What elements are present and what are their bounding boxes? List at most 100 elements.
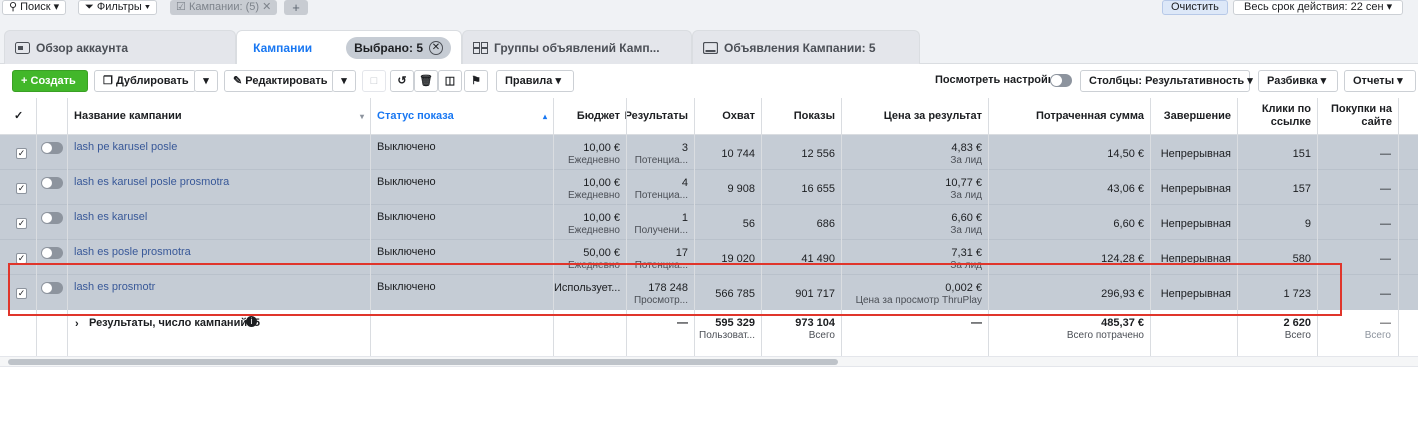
info-icon[interactable]: i	[246, 316, 257, 327]
flask-icon: □	[370, 75, 378, 87]
sort-icon: ▾	[359, 111, 364, 121]
totals-spent-sub: Всего потрачено	[1066, 330, 1144, 341]
breakdown-button[interactable]: Разбивка ▾	[1258, 70, 1338, 92]
header-results[interactable]: Результаты	[625, 98, 694, 134]
row-checkbox[interactable]: ✓	[16, 148, 27, 159]
tab-ad-sets[interactable]: Группы объявлений Камп...	[462, 30, 692, 64]
spent-cell: 14,50 €	[1107, 148, 1144, 160]
clear-selection-icon[interactable]: ✕	[429, 41, 443, 55]
purchases-cell: —	[1380, 148, 1391, 160]
cost-cell: 4,83 €	[951, 142, 982, 154]
table-row[interactable]: ✓ lash es karusel posle prosmotra Выключен…	[0, 170, 1418, 205]
plus-icon: +	[21, 75, 28, 87]
edit-button[interactable]: ✎ Редактировать	[224, 70, 334, 92]
campaign-name-link[interactable]: lash es posle prosmotra	[74, 246, 191, 258]
totals-reach-sub: Пользоват...	[699, 330, 755, 341]
undo-button[interactable]: ↺	[390, 70, 414, 92]
horizontal-scrollbar[interactable]	[8, 359, 838, 365]
duplicate-dropdown[interactable]: ▾	[194, 70, 218, 92]
campaign-name-link[interactable]: lash pe karusel posle	[74, 141, 177, 153]
caret-down-icon: ▾	[1320, 75, 1327, 87]
campaign-toggle[interactable]	[41, 212, 63, 224]
delete-button[interactable]: 🗑	[414, 70, 438, 92]
status-cell: Выключено	[377, 211, 436, 223]
budget-cell: 10,00 €	[583, 212, 620, 224]
campaign-name-link[interactable]: lash es karusel	[74, 211, 147, 223]
caret-down-icon: ▾	[203, 75, 209, 87]
header-end[interactable]: Завершение	[1151, 98, 1237, 134]
results-sub: Потенциа...	[634, 190, 688, 201]
results-sub: Получени...	[634, 225, 688, 236]
expand-icon[interactable]: ›	[75, 318, 79, 330]
clear-button[interactable]: Очистить	[1162, 0, 1228, 15]
header-cost[interactable]: Цена за результат	[842, 98, 988, 134]
filters-button[interactable]: ⏷ Фильтры ▾	[78, 0, 158, 15]
campaign-toggle[interactable]	[41, 247, 63, 259]
budget-sub: Ежедневно	[567, 155, 620, 166]
ab-test-button[interactable]: □	[362, 70, 386, 92]
budget-sub: Ежедневно	[567, 225, 620, 236]
column-divider	[1317, 98, 1318, 356]
campaign-toggle[interactable]	[41, 142, 63, 154]
status-cell: Выключено	[377, 246, 436, 258]
totals-reach: 595 329	[715, 317, 755, 329]
column-divider	[1398, 98, 1399, 356]
caret-down-icon: ▾	[1397, 75, 1403, 87]
cost-sub: За лид	[950, 155, 982, 166]
filter-chip-campaigns[interactable]: ☑ Кампании: (5) ✕	[170, 0, 278, 15]
select-all-cell[interactable]: ✓	[8, 98, 36, 134]
columns-button[interactable]: Столбцы: Результативность ▾	[1080, 70, 1253, 92]
duplicate-button[interactable]: ❐ Дублировать	[94, 70, 196, 92]
add-filter-button[interactable]: +	[284, 0, 308, 15]
impressions-cell: 686	[816, 218, 835, 230]
selected-pill[interactable]: Выбрано: 5 ✕	[346, 37, 451, 59]
tab-campaigns[interactable]: Кампании Выбрано: 5 ✕	[236, 30, 462, 65]
totals-label: Результаты, число кампаний: 5	[89, 317, 260, 329]
tag-icon: ⚑	[471, 75, 481, 87]
header-budget[interactable]: Бюджет	[554, 98, 626, 134]
caret-down-icon: ▾	[341, 75, 347, 87]
purchases-cell: —	[1380, 218, 1391, 230]
totals-purchases: —	[1380, 317, 1391, 329]
reports-button[interactable]: Отчеты ▾	[1344, 70, 1416, 92]
tab-account-overview[interactable]: Обзор аккаунта	[4, 30, 236, 64]
header-purchases[interactable]: Покупки на сайте	[1318, 98, 1398, 134]
cost-cell: 7,31 €	[951, 247, 982, 259]
toolbar: + Создать ❐ Дублировать ▾ ✎ Редактироват…	[0, 64, 1418, 98]
results-cell: 3	[681, 142, 688, 154]
create-button[interactable]: + Создать	[12, 70, 88, 92]
row-checkbox[interactable]: ✓	[16, 183, 27, 194]
cost-sub: За лид	[950, 190, 982, 201]
column-divider	[988, 98, 989, 356]
date-range-button[interactable]: Весь срок действия: 22 сен ▾	[1233, 0, 1404, 15]
campaign-name-link[interactable]: lash es karusel posle prosmotra	[74, 176, 229, 188]
rules-button[interactable]: Правила ▾	[496, 70, 574, 92]
close-icon[interactable]: ✕	[262, 1, 271, 13]
column-divider	[1150, 98, 1151, 356]
budget-cell: 50,00 €	[583, 247, 620, 259]
edit-dropdown[interactable]: ▾	[332, 70, 356, 92]
totals-results: —	[677, 317, 688, 329]
preview-button[interactable]: ◫	[438, 70, 462, 92]
header-spent[interactable]: Потраченная сумма	[989, 98, 1150, 134]
table-row[interactable]: ✓ lash es karusel Выключено 10,00 € Ежедневн…	[0, 205, 1418, 240]
check-icon: ✓	[14, 109, 24, 122]
totals-impressions-sub: Всего	[808, 330, 835, 341]
header-reach[interactable]: Охват	[695, 98, 761, 134]
campaign-toggle[interactable]	[41, 177, 63, 189]
header-status[interactable]: Статус показа ▴	[371, 98, 553, 134]
duplicate-icon: ❐	[103, 75, 113, 87]
tag-button[interactable]: ⚑	[464, 70, 488, 92]
search-button[interactable]: ⚲ Поиск ▾	[2, 0, 67, 15]
caret-down-icon: ▾	[53, 1, 60, 13]
tab-ads[interactable]: Объявления Кампании: 5	[692, 30, 920, 64]
row-checkbox[interactable]: ✓	[16, 218, 27, 229]
ads-icon	[703, 41, 718, 54]
view-settings-toggle[interactable]	[1050, 74, 1072, 87]
column-divider	[1237, 98, 1238, 356]
table-row[interactable]: ✓ lash pe karusel posle Выключено 10,00 € Еж…	[0, 135, 1418, 170]
header-name[interactable]: Название кампании ▾	[68, 98, 370, 134]
header-impressions[interactable]: Показы	[762, 98, 841, 134]
results-cell: 4	[681, 177, 688, 189]
header-clicks[interactable]: Клики по ссылке	[1238, 98, 1317, 134]
